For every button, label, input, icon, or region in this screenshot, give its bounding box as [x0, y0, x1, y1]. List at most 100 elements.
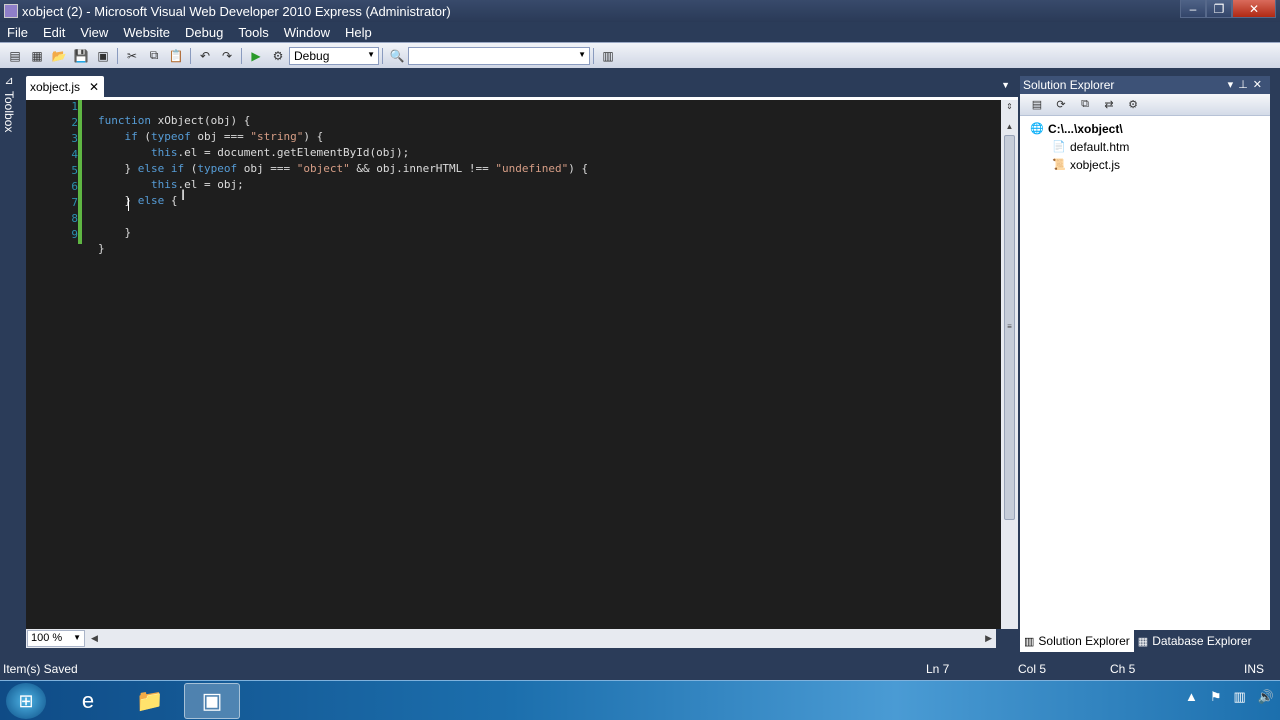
- line-number: 8: [71, 212, 78, 225]
- show-hidden-icons-icon[interactable]: ▲: [1185, 689, 1198, 705]
- system-tray: ▲ ⚑ ▥ 🔊: [1173, 689, 1274, 705]
- undo-icon[interactable]: ↶: [195, 47, 215, 65]
- tree-item[interactable]: 📜 xobject.js: [1020, 156, 1270, 174]
- refresh-icon[interactable]: ⟳: [1052, 97, 1070, 113]
- menu-edit[interactable]: Edit: [36, 25, 73, 40]
- tab-dropdown-icon[interactable]: ▼: [1001, 80, 1010, 90]
- add-item-icon[interactable]: ▦: [27, 47, 47, 65]
- toolbox-panel[interactable]: ⊿ Toolbox: [0, 74, 18, 148]
- attach-icon[interactable]: ⚙: [268, 47, 288, 65]
- menu-window[interactable]: Window: [277, 25, 338, 40]
- save-icon[interactable]: 💾: [71, 47, 91, 65]
- solution-config-dropdown[interactable]: Debug ▼: [289, 46, 379, 65]
- tab-database-explorer[interactable]: ▦ Database Explorer: [1134, 630, 1256, 652]
- internet-explorer-icon[interactable]: e: [60, 683, 116, 719]
- code-line: this.el = obj;: [150, 178, 244, 191]
- menu-file[interactable]: File: [0, 25, 36, 40]
- code-editor[interactable]: 1 2 3 4 5 6 7 8 9 function xObject(obj) …: [26, 97, 1018, 629]
- code-line: this.el = document.getElementById(obj);: [150, 146, 410, 159]
- ibeam-cursor-icon: I: [181, 188, 186, 204]
- vertical-scrollbar[interactable]: ⇕ ▲ ≡: [1001, 100, 1018, 629]
- solution-config-value: Debug: [294, 48, 330, 63]
- volume-icon[interactable]: 🔊: [1258, 689, 1274, 705]
- code-line: if (typeof obj === "string") {: [124, 130, 324, 143]
- line-number: 2: [71, 116, 78, 129]
- scroll-right-icon[interactable]: ▶: [985, 633, 992, 644]
- change-tracking-bar: [78, 100, 82, 244]
- tab-label: Solution Explorer: [1038, 634, 1130, 648]
- start-button-icon[interactable]: ⊞: [6, 683, 46, 719]
- close-button[interactable]: ✕: [1232, 0, 1276, 18]
- zoom-value: 100 %: [31, 632, 63, 644]
- paste-icon[interactable]: 📋: [166, 47, 186, 65]
- solution-explorer-icon[interactable]: ▥: [598, 47, 618, 65]
- close-tab-icon[interactable]: ✕: [89, 80, 99, 94]
- menu-website[interactable]: Website: [116, 25, 178, 40]
- toolbox-label[interactable]: Toolbox: [2, 91, 16, 132]
- menu-help[interactable]: Help: [338, 25, 380, 40]
- line-number: 1: [71, 100, 78, 113]
- chevron-down-icon: ▼: [578, 49, 586, 59]
- status-char: Ch 5: [1110, 662, 1136, 676]
- properties-icon[interactable]: ▤: [1028, 97, 1046, 113]
- tab-xobject-js[interactable]: xobject.js ✕: [26, 76, 104, 97]
- menu-debug[interactable]: Debug: [178, 25, 231, 40]
- copy-website-icon[interactable]: ⇄: [1100, 97, 1118, 113]
- toolbar-separator: [593, 47, 594, 64]
- status-bar: Item(s) Saved Ln 7 Col 5 Ch 5 INS: [0, 659, 1280, 679]
- menu-tools[interactable]: Tools: [231, 25, 276, 40]
- title-bar: xobject (2) - Microsoft Visual Web Devel…: [0, 0, 1280, 22]
- find-combo[interactable]: ▼: [408, 46, 590, 65]
- scroll-left-icon[interactable]: ◀: [91, 633, 98, 644]
- line-number: 4: [71, 148, 78, 161]
- open-file-icon[interactable]: 📂: [49, 47, 69, 65]
- tree-root[interactable]: 🌐 C:\...\xobject\: [1020, 120, 1270, 138]
- file-explorer-icon[interactable]: 📁: [122, 683, 178, 719]
- maximize-button[interactable]: ❐: [1206, 0, 1232, 18]
- action-center-icon[interactable]: ⚑: [1210, 689, 1222, 705]
- menu-view[interactable]: View: [73, 25, 116, 40]
- cut-icon[interactable]: ✂: [122, 47, 142, 65]
- windows-taskbar: ⊞ e 📁 ▣ ▲ ⚑ ▥ 🔊: [0, 680, 1280, 720]
- text-caret: [128, 198, 129, 211]
- redo-icon[interactable]: ↷: [217, 47, 237, 65]
- panel-title: Solution Explorer: [1023, 78, 1115, 92]
- start-debugging-icon[interactable]: ▶: [246, 47, 266, 65]
- tree-item-label: xobject.js: [1070, 158, 1121, 172]
- network-icon[interactable]: ▥: [1234, 689, 1246, 705]
- save-all-icon[interactable]: ▣: [93, 47, 113, 65]
- close-panel-icon[interactable]: ✕: [1253, 79, 1267, 91]
- nest-files-icon[interactable]: ⧉: [1076, 97, 1094, 113]
- asp-config-icon[interactable]: ⚙: [1124, 97, 1142, 113]
- solution-explorer-panel: Solution Explorer ▾⊥✕ ▤ ⟳ ⧉ ⇄ ⚙ 🌐 C:\...\…: [1020, 76, 1270, 651]
- html-file-icon: 📄: [1052, 141, 1066, 153]
- code-text[interactable]: function xObject(obj) { if (typeof obj =…: [98, 100, 588, 257]
- editor-bottom-bar: 100 % ▼ ◀ ▶: [26, 629, 996, 648]
- tab-solution-explorer[interactable]: ▥ Solution Explorer: [1020, 630, 1134, 652]
- scroll-grip-icon: ≡: [1007, 322, 1012, 331]
- find-in-files-icon[interactable]: 🔍: [387, 47, 407, 65]
- tree-item-label: default.htm: [1070, 140, 1130, 154]
- copy-icon[interactable]: ⧉: [144, 47, 164, 65]
- split-icon[interactable]: ⇕: [1004, 102, 1015, 111]
- chevron-down-icon: ▼: [367, 49, 375, 59]
- visual-web-developer-icon[interactable]: ▣: [184, 683, 240, 719]
- app-icon[interactable]: [4, 4, 18, 18]
- standard-toolbar: ▤ ▦ 📂 💾 ▣ ✂ ⧉ 📋 ↶ ↷ ▶ ⚙ Debug ▼ 🔍 ▼ ▥: [0, 42, 1280, 68]
- document-tab-strip: xobject.js ✕ ▼: [26, 76, 1016, 97]
- line-number: 3: [71, 132, 78, 145]
- minimize-button[interactable]: –: [1180, 0, 1206, 18]
- tree-root-label: C:\...\xobject\: [1048, 122, 1123, 136]
- status-insert-mode: INS: [1244, 662, 1265, 676]
- tree-item[interactable]: 📄 default.htm: [1020, 138, 1270, 156]
- tab-label: xobject.js: [30, 79, 81, 94]
- new-project-icon[interactable]: ▤: [5, 47, 25, 65]
- pin-icon[interactable]: ⊿: [0, 74, 18, 87]
- line-number: 7: [71, 196, 78, 209]
- scroll-up-icon[interactable]: ▲: [1004, 122, 1015, 131]
- pin-icon[interactable]: ⊥: [1238, 79, 1253, 91]
- solution-explorer-header: Solution Explorer ▾⊥✕: [1020, 76, 1270, 94]
- zoom-dropdown[interactable]: 100 % ▼: [27, 630, 85, 647]
- panel-menu-icon[interactable]: ▾: [1228, 79, 1239, 91]
